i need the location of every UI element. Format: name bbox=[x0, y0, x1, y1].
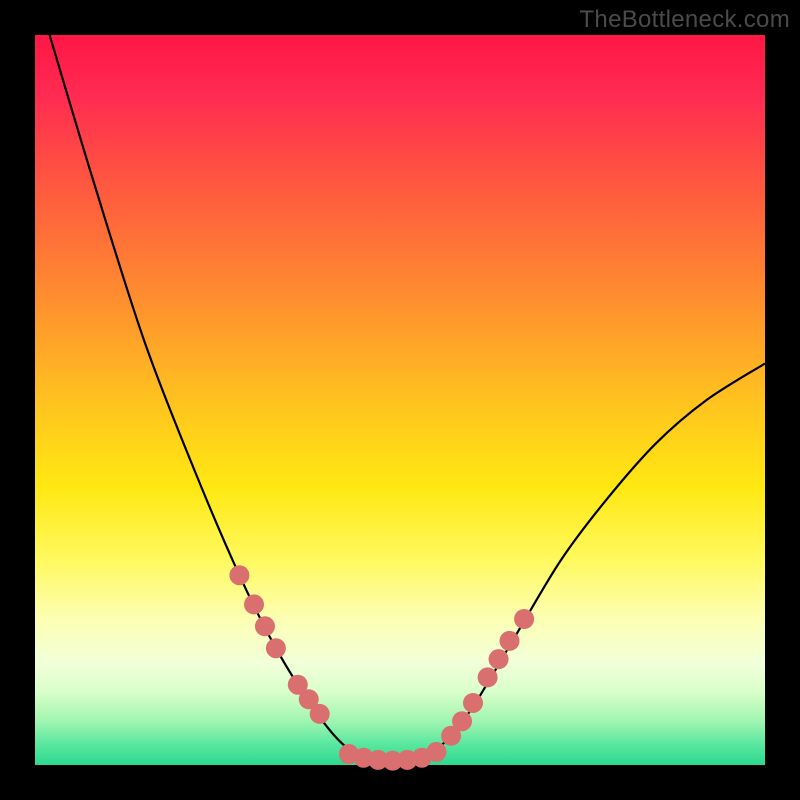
chart-container: TheBottleneck.com bbox=[0, 0, 800, 800]
scatter-point bbox=[500, 631, 520, 651]
scatter-point bbox=[310, 704, 330, 724]
bottleneck-chart bbox=[0, 0, 800, 800]
scatter-point bbox=[463, 693, 483, 713]
scatter-point bbox=[427, 742, 447, 762]
scatter-point bbox=[244, 594, 264, 614]
scatter-point bbox=[478, 667, 498, 687]
scatter-point bbox=[255, 616, 275, 636]
scatter-point bbox=[452, 711, 472, 731]
scatter-point bbox=[514, 609, 534, 629]
plot-background bbox=[35, 35, 765, 765]
scatter-point bbox=[229, 565, 249, 585]
watermark: TheBottleneck.com bbox=[579, 6, 790, 34]
scatter-point bbox=[489, 649, 509, 669]
scatter-point bbox=[266, 638, 286, 658]
